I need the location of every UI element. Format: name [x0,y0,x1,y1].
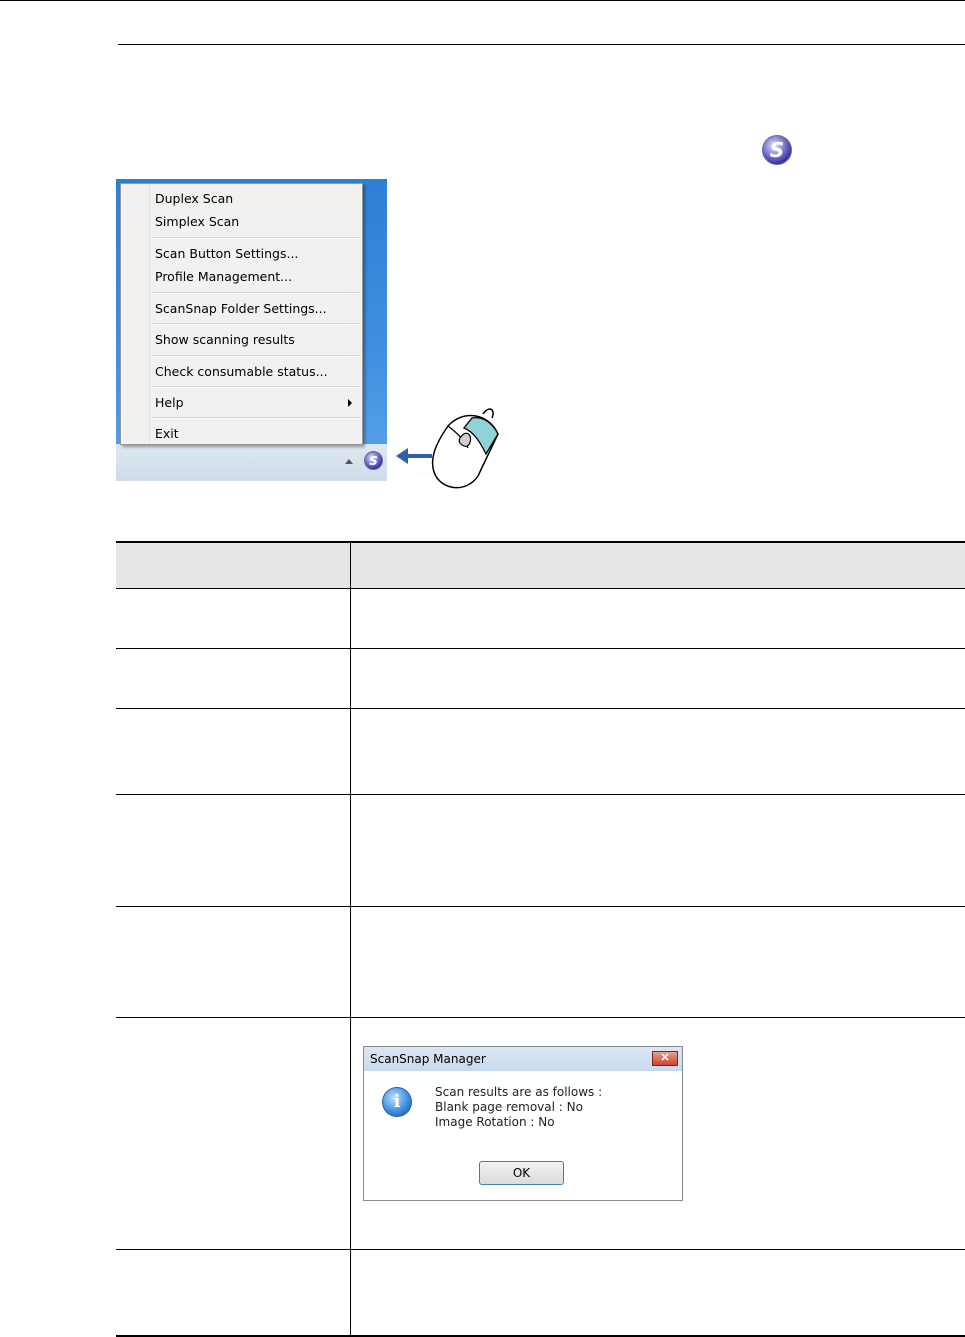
table-cell [116,1018,351,1250]
table-row [116,1250,965,1336]
menu-separator [151,292,361,294]
table-row: ScanSnap Manager ✕ i Scan results are as… [116,1018,965,1250]
menu-item-duplex-scan[interactable]: Duplex Scan [155,191,233,206]
table-header-cell [351,542,965,589]
context-menu-screenshot: S Duplex Scan Simplex Scan Scan Button S… [116,179,387,481]
ok-button[interactable]: OK [479,1161,564,1185]
table-row [116,649,965,709]
table-cell [351,795,965,907]
menu-item-scansnap-folder-settings[interactable]: ScanSnap Folder Settings... [155,301,327,316]
table-cell [116,649,351,709]
top-rule [0,0,965,1]
menu-item-simplex-scan[interactable]: Simplex Scan [155,214,239,229]
menu-item-check-consumable-status[interactable]: Check consumable status... [155,364,328,379]
scansnap-tray-icon[interactable]: S [364,451,383,470]
table-row [116,709,965,795]
table-cell [116,907,351,1018]
table-row [116,795,965,907]
table-cell [351,907,965,1018]
table-cell [351,649,965,709]
scansnap-manager-icon: S [762,135,792,165]
dialog-message-line: Image Rotation : No [435,1115,555,1129]
menu-separator [151,323,361,325]
menu-separator [151,386,361,388]
arrow-left-icon [406,454,432,458]
table-cell [351,709,965,795]
table-row [116,907,965,1018]
table-cell: ScanSnap Manager ✕ i Scan results are as… [351,1018,965,1250]
menu-description-table: ScanSnap Manager ✕ i Scan results are as… [116,541,965,1337]
submenu-arrow-icon [348,399,352,407]
show-hidden-icons-icon[interactable] [345,459,353,464]
menu-gutter [149,184,150,444]
table-header-row [116,542,965,589]
scan-results-dialog: ScanSnap Manager ✕ i Scan results are as… [363,1046,683,1201]
menu-separator [151,355,361,357]
menu-item-exit[interactable]: Exit [155,426,179,441]
table-cell [351,589,965,649]
dialog-message-line: Scan results are as follows : [435,1085,602,1099]
menu-item-help[interactable]: Help [155,395,184,410]
menu-item-show-scanning-results[interactable]: Show scanning results [155,332,295,347]
dialog-message-line: Blank page removal : No [435,1100,583,1114]
menu-separator [151,417,361,419]
table-cell [116,1250,351,1336]
table-cell [116,709,351,795]
table-cell [116,589,351,649]
close-icon[interactable]: ✕ [652,1051,678,1066]
arrow-left-head [396,448,408,464]
menu-separator [151,237,361,239]
table-row [116,589,965,649]
menu-item-profile-management[interactable]: Profile Management... [155,269,292,284]
header-rule [118,44,965,45]
right-click-menu: Duplex Scan Simplex Scan Scan Button Set… [120,183,363,445]
info-icon: i [382,1087,412,1117]
dialog-body: i Scan results are as follows : Blank pa… [364,1071,682,1200]
table-header-cell [116,542,351,589]
table-cell [351,1250,965,1336]
dialog-title: ScanSnap Manager [364,1047,682,1071]
table-cell [116,795,351,907]
menu-item-scan-button-settings[interactable]: Scan Button Settings... [155,246,298,261]
mouse-icon [430,402,510,494]
